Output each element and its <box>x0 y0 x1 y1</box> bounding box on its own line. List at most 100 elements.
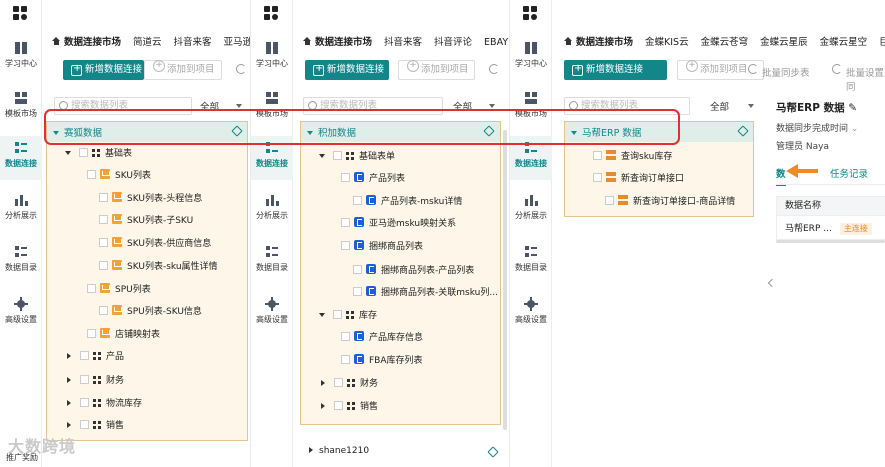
tree-item[interactable]: 财务 <box>67 373 124 389</box>
refresh-icon[interactable] <box>748 64 758 74</box>
filter-select[interactable]: 全部 <box>710 99 729 113</box>
nav-advanced-settings[interactable]: 高级设置 <box>0 292 42 336</box>
checkbox[interactable] <box>353 265 362 274</box>
tab-connector[interactable]: 金蝶KIS云 <box>645 34 689 48</box>
new-connection-button[interactable]: 新增数据连接 <box>63 59 144 80</box>
checkbox[interactable] <box>333 151 342 160</box>
checkbox[interactable] <box>80 420 89 429</box>
new-connection-button[interactable]: 新增数据连接 <box>305 59 389 80</box>
tree-item[interactable]: SKU列表-头程信息 <box>99 191 202 207</box>
pin-icon[interactable] <box>487 446 499 458</box>
tree-item[interactable]: SKU列表-子SKU <box>99 213 193 229</box>
nav-learning-center[interactable]: 学习中心 <box>510 36 552 80</box>
chevron-down-icon[interactable]: ⌄ <box>851 124 859 134</box>
checkbox[interactable] <box>99 215 108 224</box>
checkbox[interactable] <box>593 173 602 182</box>
checkbox[interactable] <box>87 170 96 179</box>
tree-item[interactable]: 捆绑商品列表-产品列表 <box>353 263 474 279</box>
nav-advanced-settings[interactable]: 高级设置 <box>510 292 552 336</box>
tab-market[interactable]: 数据连接市场 <box>564 34 633 48</box>
tree-item[interactable]: 查询sku库存 <box>593 149 672 165</box>
app-logo-icon[interactable] <box>264 6 278 20</box>
nav-advanced-settings[interactable]: 高级设置 <box>251 292 293 336</box>
batch-sync-button[interactable]: 批量同步表 <box>762 65 810 79</box>
checkbox[interactable] <box>341 218 350 227</box>
nav-analysis[interactable]: 分析展示 <box>251 188 293 232</box>
checkbox[interactable] <box>341 241 350 250</box>
add-to-project-button[interactable]: 添加到项目 <box>398 60 475 80</box>
tree-item[interactable]: SKU列表-供应商信息 <box>99 236 211 252</box>
nav-learning-center[interactable]: 学习中心 <box>0 36 42 80</box>
refresh-icon[interactable] <box>489 64 499 74</box>
checkbox[interactable] <box>80 398 89 407</box>
checkbox[interactable] <box>87 284 96 293</box>
tab-connector[interactable]: 金蝶云星空 <box>820 34 868 48</box>
tree-item[interactable]: 产品 <box>67 349 124 365</box>
tree-item[interactable]: SKU列表 <box>87 168 151 184</box>
connection-item[interactable]: shane1210 <box>309 446 369 456</box>
nav-data-catalog[interactable]: 数据目录 <box>251 240 293 284</box>
tree-item[interactable]: 产品库存信息 <box>341 330 423 346</box>
tab-connector[interactable]: 抖音评论 <box>434 34 472 48</box>
tree-item[interactable]: 销售 <box>321 399 378 415</box>
checkbox[interactable] <box>341 355 350 364</box>
checkbox[interactable] <box>341 332 350 341</box>
nav-analysis[interactable]: 分析展示 <box>510 188 552 232</box>
tab-connector[interactable]: 巨 <box>879 34 885 48</box>
tree-item[interactable]: 产品列表-msku详情 <box>353 194 462 210</box>
tab-connector[interactable]: 亚马逊 <box>224 34 250 48</box>
tab-connector[interactable]: EBAY <box>484 37 508 48</box>
clock-icon[interactable] <box>832 64 842 74</box>
nav-data-catalog[interactable]: 数据目录 <box>510 240 552 284</box>
nav-data-catalog[interactable]: 数据目录 <box>0 240 42 284</box>
tree-item[interactable]: FBA库存列表 <box>341 353 423 369</box>
checkbox[interactable] <box>353 287 362 296</box>
tree-item[interactable]: 捆绑商品列表-关联msku列... <box>353 285 498 301</box>
tab-market[interactable]: 数据连接市场 <box>52 34 121 48</box>
new-connection-button[interactable]: 新增数据连接 <box>564 59 667 80</box>
tree-item[interactable]: 新查询订单接口-商品详情 <box>605 194 735 210</box>
checkbox[interactable] <box>605 196 614 205</box>
checkbox[interactable] <box>80 351 89 360</box>
checkbox[interactable] <box>353 196 362 205</box>
tree-scrollbar[interactable] <box>503 130 507 430</box>
checkbox[interactable] <box>334 401 343 410</box>
checkbox[interactable] <box>341 173 350 182</box>
tree-item[interactable]: 捆绑商品列表 <box>341 239 423 255</box>
app-logo-icon[interactable] <box>523 6 537 20</box>
checkbox[interactable] <box>99 238 108 247</box>
tree-item[interactable]: 店铺映射表 <box>87 327 160 343</box>
tab-connector[interactable]: 金蝶云星辰 <box>760 34 808 48</box>
checkbox[interactable] <box>87 329 96 338</box>
tab-connector[interactable]: 抖音来客 <box>384 34 422 48</box>
checkbox[interactable] <box>99 306 108 315</box>
checkbox[interactable] <box>99 193 108 202</box>
tab-connector[interactable]: 金蝶云苍穹 <box>701 34 749 48</box>
tree-item[interactable]: SPU列表 <box>87 282 151 298</box>
tree-item[interactable]: 物流库存 <box>67 396 142 412</box>
tree-item[interactable]: SKU列表-sku属性详情 <box>99 259 218 275</box>
chevron-down-icon[interactable] <box>489 104 495 108</box>
tree-item[interactable]: 库存 <box>319 308 377 324</box>
checkbox[interactable] <box>79 148 88 157</box>
checkbox[interactable] <box>333 310 342 319</box>
checkbox[interactable] <box>99 261 108 270</box>
tree-item[interactable]: 新查询订单接口 <box>593 171 684 187</box>
checkbox[interactable] <box>334 378 343 387</box>
tree-item[interactable]: 财务 <box>321 376 378 392</box>
refresh-icon[interactable] <box>236 64 246 74</box>
tree-item[interactable]: 亚马逊msku映射关系 <box>341 216 456 232</box>
nav-learning-center[interactable]: 学习中心 <box>251 36 293 80</box>
checkbox[interactable] <box>593 151 602 160</box>
tree-item[interactable]: 产品列表 <box>341 171 405 187</box>
edit-icon[interactable]: ✎ <box>848 102 857 114</box>
collapse-panel-icon[interactable] <box>767 278 777 288</box>
nav-data-connection[interactable]: 数据连接 <box>0 136 42 180</box>
nav-analysis[interactable]: 分析展示 <box>0 188 42 232</box>
chevron-down-icon[interactable] <box>236 104 242 108</box>
add-to-project-button[interactable]: 添加到项目 <box>144 60 222 80</box>
tab-data-list[interactable]: 数 <box>776 166 786 186</box>
app-logo-icon[interactable] <box>13 6 27 20</box>
tab-connector[interactable]: 简道云 <box>133 34 162 48</box>
tab-connector[interactable]: 抖音来客 <box>174 34 212 48</box>
